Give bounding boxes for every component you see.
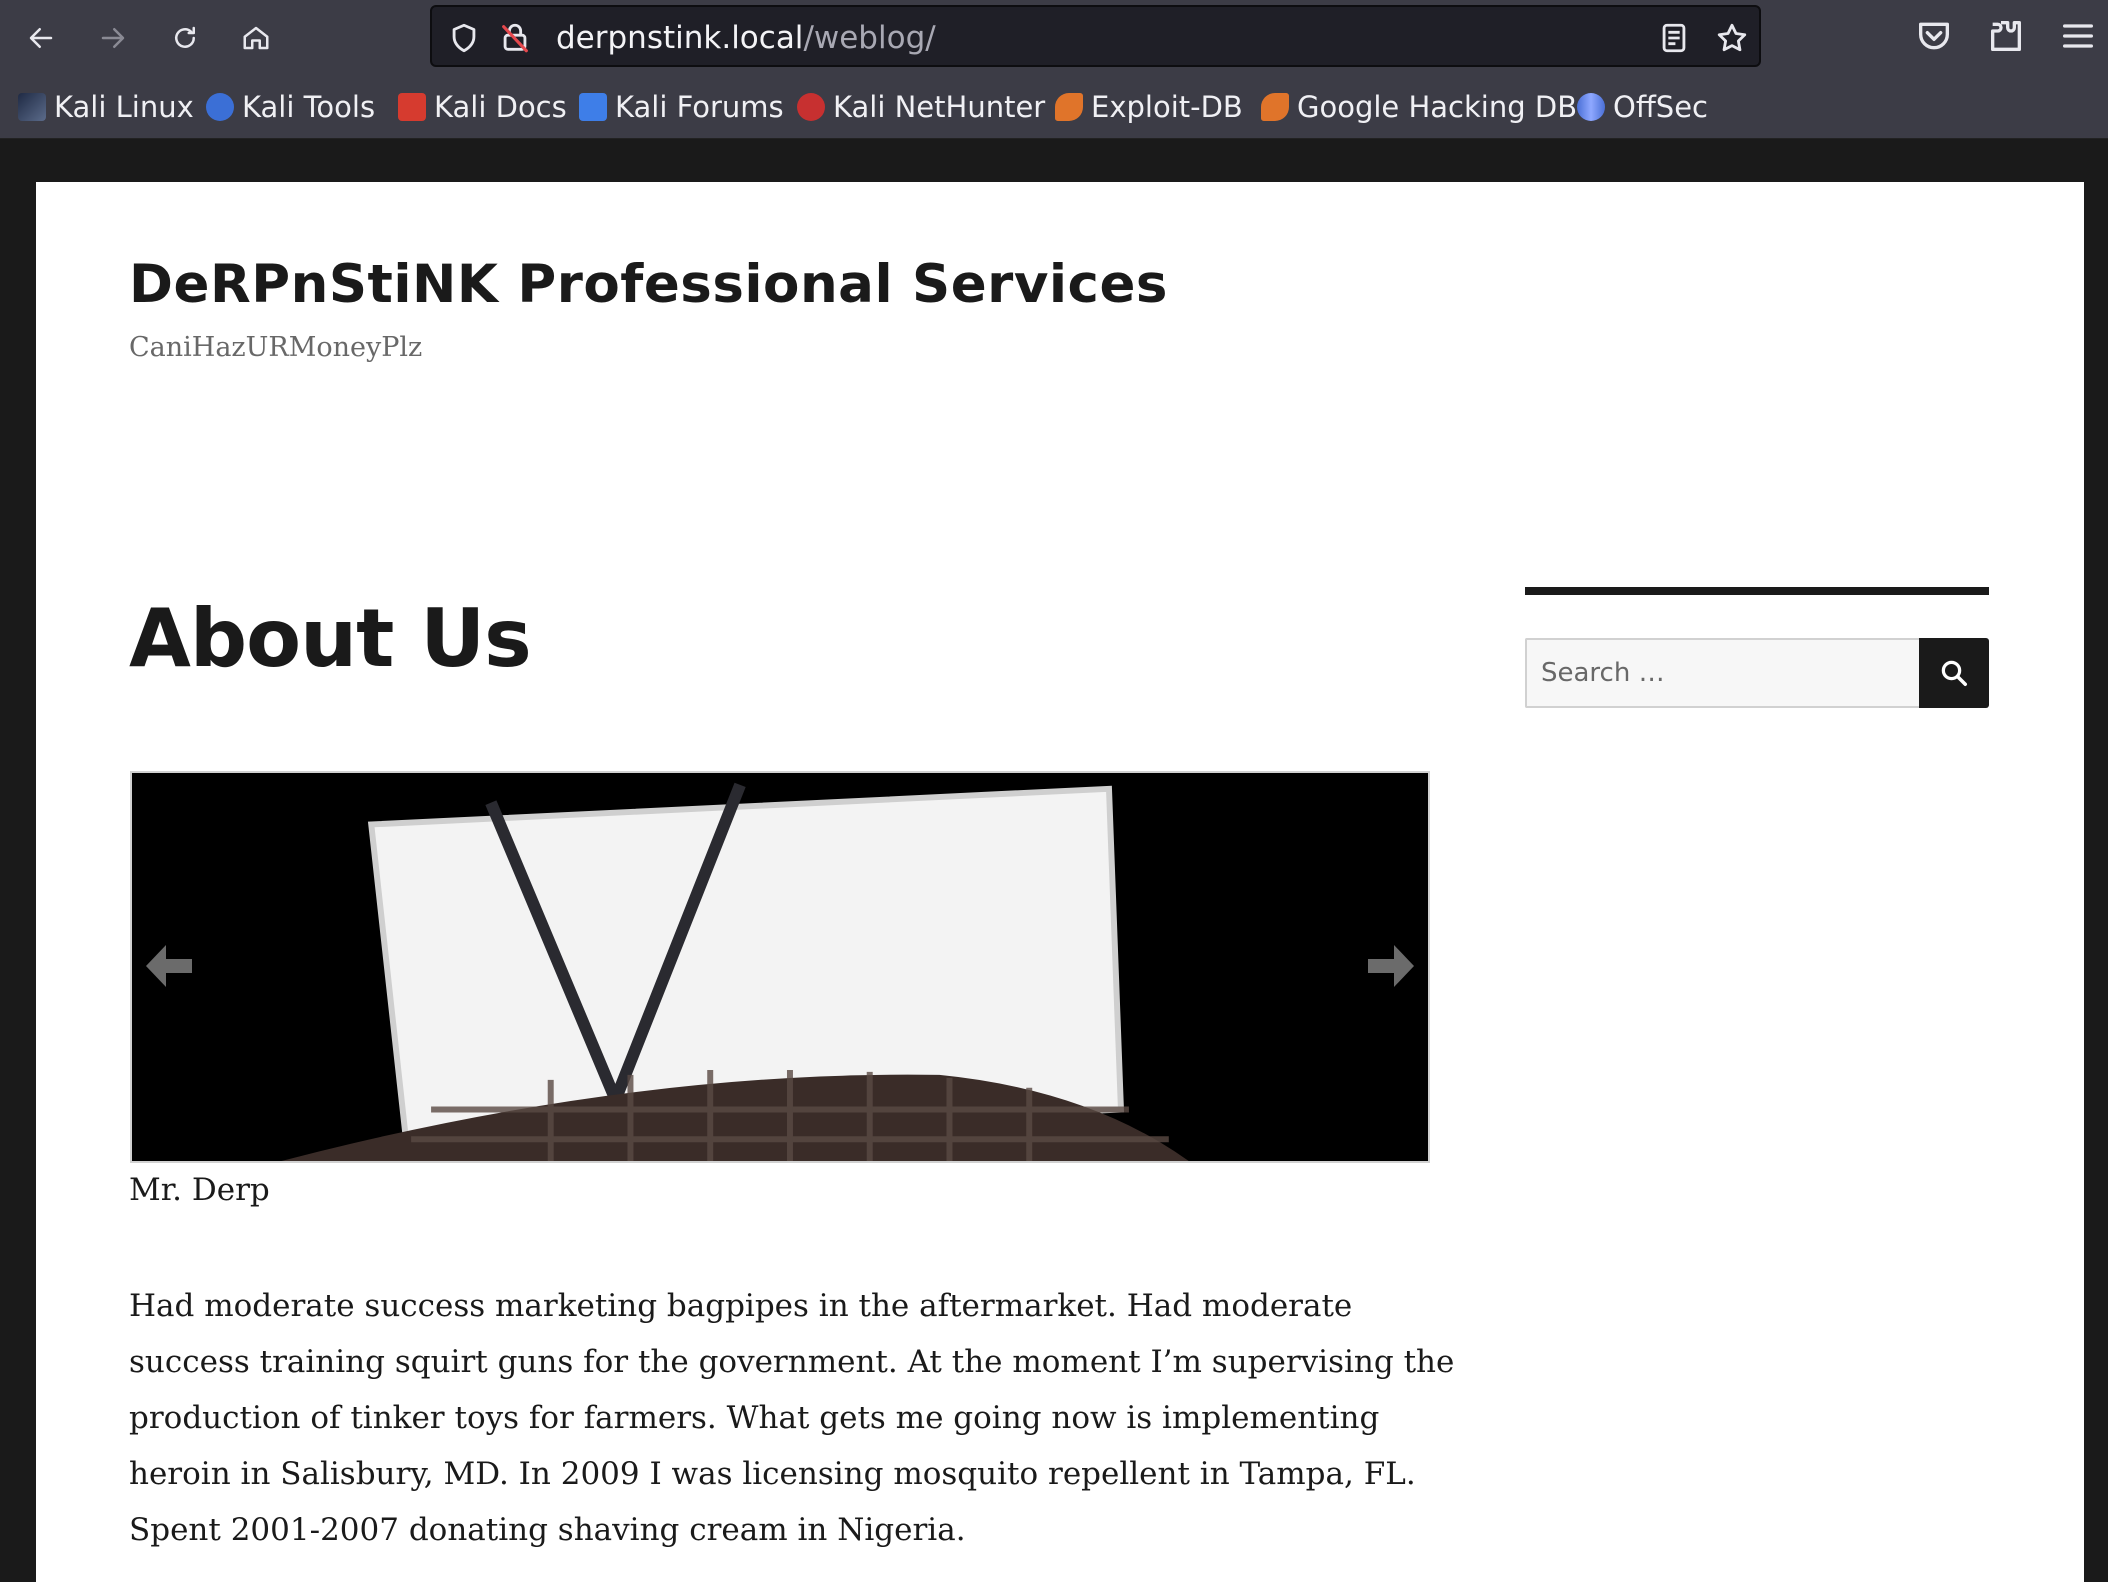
image-slider: [130, 771, 1430, 1163]
site-description: CaniHazURMoneyPlz: [129, 332, 423, 363]
kali-docs-icon: [398, 93, 426, 121]
bookmark-label: Kali Tools: [242, 90, 376, 124]
bookmark-label: Kali Linux: [54, 90, 194, 124]
search-icon: [1941, 660, 1967, 686]
url-path: /weblog/: [803, 20, 936, 56]
bookmark-offsec[interactable]: OffSec: [1577, 87, 1708, 127]
image-caption: Mr. Derp: [129, 1172, 270, 1208]
bookmark-label: OffSec: [1613, 90, 1709, 124]
kali-tools-icon: [206, 93, 234, 121]
forward-button[interactable]: [91, 16, 135, 60]
bookmark-kali-tools[interactable]: Kali Tools: [206, 87, 375, 127]
bookmark-kali-docs[interactable]: Kali Docs: [398, 87, 567, 127]
ghdb-icon: [1261, 93, 1289, 121]
menu-icon[interactable]: [2058, 16, 2098, 56]
offsec-icon: [1577, 93, 1605, 121]
bookmark-label: Kali NetHunter: [833, 90, 1046, 124]
browser-toolbar: derpnstink.local/weblog/: [0, 0, 2108, 75]
home-button[interactable]: [234, 16, 278, 60]
reload-icon: [175, 26, 195, 48]
back-button[interactable]: [19, 16, 63, 60]
reload-button[interactable]: [163, 16, 207, 60]
post-body: Had moderate success marketing bagpipes …: [129, 1288, 1455, 1548]
bookmark-kali-nethunter[interactable]: Kali NetHunter: [797, 87, 1045, 127]
exploit-db-icon: [1055, 93, 1083, 121]
widget-divider: [1525, 587, 1989, 595]
bookmark-label: Google Hacking DB: [1297, 90, 1578, 124]
search-input[interactable]: [1525, 638, 1919, 708]
bookmark-label: Kali Forums: [615, 90, 784, 124]
url-host: derpnstink.local: [556, 20, 804, 56]
slider-next-arrow-icon[interactable]: [1366, 943, 1416, 989]
kali-forums-icon: [579, 93, 607, 121]
insecure-lock-icon[interactable]: [498, 21, 532, 55]
bookmark-label: Exploit-DB: [1091, 90, 1243, 124]
nethunter-icon: [797, 93, 825, 121]
url-text[interactable]: derpnstink.local/weblog/: [556, 20, 936, 56]
kali-dragon-icon: [18, 93, 46, 121]
extensions-icon[interactable]: [1986, 16, 2026, 56]
bookmark-kali-forums[interactable]: Kali Forums: [579, 87, 784, 127]
bookmark-star-icon[interactable]: [1715, 21, 1749, 55]
slider-prev-arrow-icon[interactable]: [144, 943, 194, 989]
bookmark-google-hacking-db[interactable]: Google Hacking DB: [1261, 87, 1577, 127]
bookmarks-bar: Kali Linux Kali Tools Kali Docs Kali For…: [0, 75, 2108, 139]
home-icon: [243, 26, 269, 50]
page-content: DeRPnStiNK Professional Services CaniHaz…: [36, 182, 2084, 1582]
mr-derp-photo: [132, 773, 1428, 1161]
page-title: About Us: [129, 592, 532, 685]
arrow-left-icon: [29, 28, 53, 48]
shield-icon[interactable]: [447, 21, 481, 55]
arrow-right-icon: [101, 28, 125, 48]
bookmark-kali-linux[interactable]: Kali Linux: [18, 87, 194, 127]
url-bar[interactable]: derpnstink.local/weblog/: [430, 5, 1761, 67]
reader-view-icon[interactable]: [1657, 21, 1691, 55]
site-title[interactable]: DeRPnStiNK Professional Services: [129, 254, 1168, 315]
bookmark-label: Kali Docs: [434, 90, 567, 124]
bookmark-exploit-db[interactable]: Exploit-DB: [1055, 87, 1243, 127]
search-button[interactable]: [1919, 638, 1989, 708]
pocket-icon[interactable]: [1914, 16, 1954, 56]
